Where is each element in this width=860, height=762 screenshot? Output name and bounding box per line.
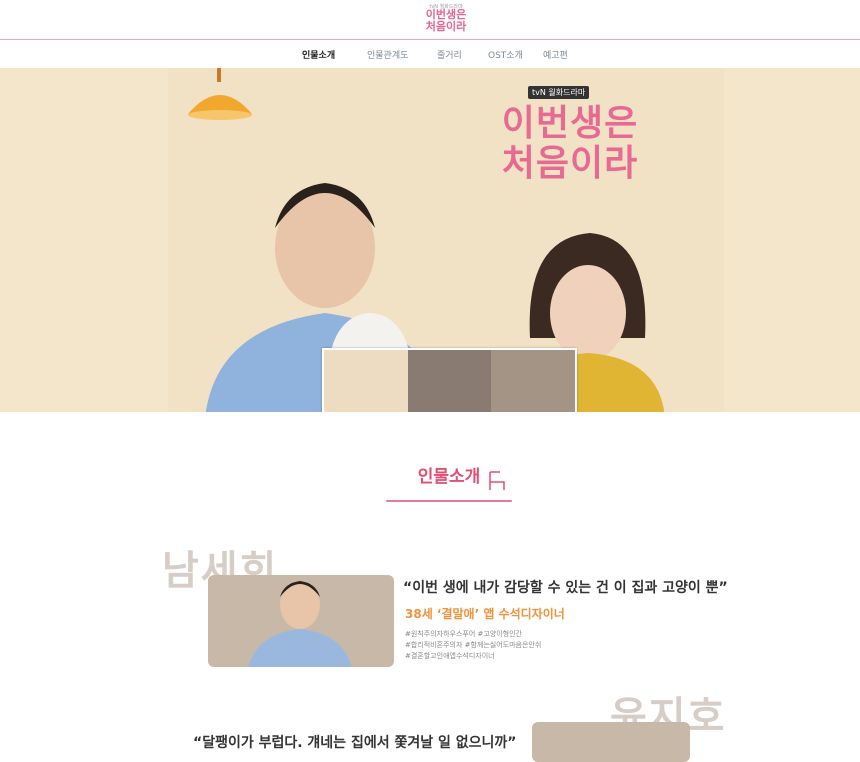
chair-doodle-icon xyxy=(489,471,505,490)
hero-title-line1: 이번생은 xyxy=(501,103,639,144)
nav-item-synopsis[interactable]: 줄거리 xyxy=(437,48,462,61)
drama-logo[interactable]: tvN 월화드라마 이번생은 처음이라 xyxy=(412,3,480,36)
character-photo-nam-sehee xyxy=(208,575,394,667)
nav-item-ost[interactable]: OST소개 xyxy=(488,48,523,61)
character-quote-nam-sehee: “이번 생에 내가 감당할 수 있는 건 이 집과 고양이 뿐” xyxy=(403,580,728,596)
main-nav: 인물소개 인물관계도 줄거리 OST소개 예고편 xyxy=(0,40,860,68)
character-photo-yoon-jiho xyxy=(532,722,690,762)
hero-title-line2: 처음이라 xyxy=(501,143,639,184)
channel-badge: tvN 월화드라마 xyxy=(528,86,590,99)
nav-item-relationships[interactable]: 인물관계도 xyxy=(367,48,408,61)
tag-line: #결혼할고인애앱수석디자이너 xyxy=(405,652,495,660)
thumbnail-cast-2[interactable] xyxy=(491,350,576,412)
hero-banner: tvN 월화드라마 이번생은 처음이라 xyxy=(0,68,860,412)
section-title-text: 인물소개 xyxy=(417,467,481,487)
tag-line: #원칙주의자하우스푸어 #고양이형인간 xyxy=(405,630,522,638)
section-title-underline xyxy=(386,500,512,502)
lamp-illustration xyxy=(188,68,252,120)
thumbnail-strip[interactable] xyxy=(322,348,577,412)
site-header: tvN 월화드라마 이번생은 처음이라 xyxy=(0,0,860,40)
nav-item-trailer[interactable]: 예고편 xyxy=(543,48,568,61)
section-title-characters: 인물소개 xyxy=(386,462,512,506)
hero-title-art: 이번생은 처음이라 xyxy=(470,104,670,184)
nav-item-characters[interactable]: 인물소개 xyxy=(302,48,335,61)
character-role-nam-sehee: 38세 ‘결말애’ 앱 수석디자이너 xyxy=(405,607,565,621)
thumbnail-cast-1[interactable] xyxy=(407,350,492,412)
portrait-nam-sehee xyxy=(248,581,352,667)
character-quote-yoon-jiho: “달팽이가 부럽다. 걔네는 집에서 쫓겨날 일 없으니까” xyxy=(193,735,517,751)
character-tags-nam-sehee: #원칙주의자하우스푸어 #고양이형인간 #합리적비혼주의자 #함께는싫어도마음은… xyxy=(405,629,541,662)
logo-line2: 처음이라 xyxy=(425,20,467,33)
tag-line: #합리적비혼주의자 #함께는싫어도마음은안쉬 xyxy=(405,641,542,649)
thumbnail-poster[interactable] xyxy=(324,350,408,412)
